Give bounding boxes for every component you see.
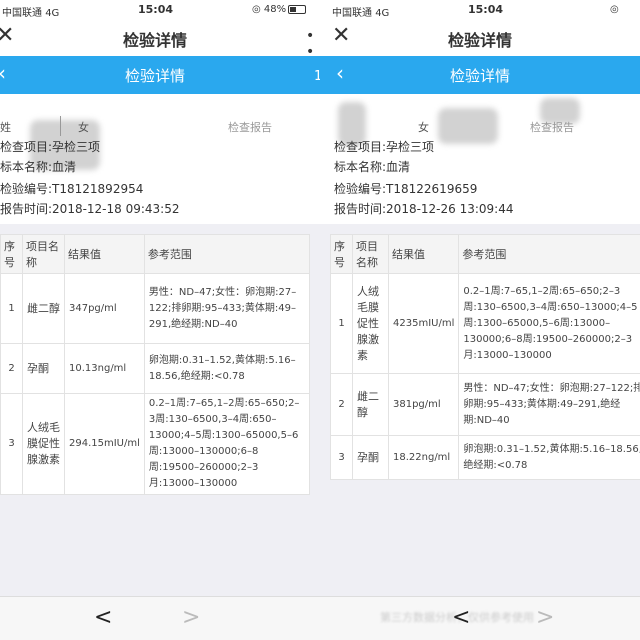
nav-bar: ✕ 检验详情 • • xyxy=(0,20,320,60)
patient-gender-field: 女 xyxy=(78,121,89,134)
report-number: 检验编号:T18122619659 xyxy=(334,182,478,196)
report-info: 姓 女 检查报告 检查项目:孕检三项 标本名称:血清 检验编号:T1812189… xyxy=(0,94,320,224)
row-value: 294.15mIU/ml xyxy=(64,393,145,495)
status-bar: 中国联通 4G 15:04 ◎ xyxy=(320,0,640,20)
row-range: 0.2–1周:7–65,1–2周:65–650;2–3周:130–6500,3–… xyxy=(458,273,640,374)
row-no: 3 xyxy=(330,435,353,480)
row-item: 孕酮 xyxy=(22,343,65,394)
col-item: 项目名称 xyxy=(352,234,389,274)
row-no: 1 xyxy=(330,273,353,374)
patient-name-field: 姓 xyxy=(0,121,11,134)
forward-chevron-icon[interactable]: > xyxy=(182,605,200,630)
back-chevron-icon[interactable]: < xyxy=(452,605,470,630)
bottom-toolbar: < > xyxy=(0,596,320,640)
row-item: 雌二醇 xyxy=(22,273,65,344)
back-chevron-icon[interactable]: < xyxy=(94,605,112,630)
table-header: 序号 项目名称 结果值 参考范围 xyxy=(0,234,311,274)
patient-tabs: 姓 女 检查报告 xyxy=(0,116,320,138)
test-item: 检查项目:孕检三项 xyxy=(334,140,435,154)
nav-title: 检验详情 xyxy=(122,31,187,50)
location-icon: ◎ xyxy=(610,4,619,15)
table-row: 2 雌二醇 381pg/ml 男性：ND–47;女性：卵泡期:27–122;排卵… xyxy=(330,373,640,436)
col-item: 项目名称 xyxy=(22,234,65,274)
patient-tabs: 女 检查报告 xyxy=(320,116,640,138)
row-item: 人绒毛膜促性腺激素 xyxy=(22,393,65,495)
carrier-label: 中国联通 4G xyxy=(332,8,390,19)
page-header: ‹ 检验详情 xyxy=(320,56,640,94)
report-tab[interactable]: 检查报告 xyxy=(530,119,574,135)
results-table: 序号 项目名称 结果值 参考范围 1 雌二醇 347pg/ml 男性：ND–47… xyxy=(0,234,311,495)
report-tab[interactable]: 检查报告 xyxy=(228,119,272,135)
row-value: 4235mIU/ml xyxy=(387,273,460,374)
row-no: 2 xyxy=(0,343,23,394)
battery-indicator: ◎ 48% xyxy=(252,4,307,15)
table-row: 2 孕酮 10.13ng/ml 卵泡期:0.31–1.52,黄体期:5.16–1… xyxy=(0,343,311,394)
row-value: 381pg/ml xyxy=(387,373,460,436)
row-no: 1 xyxy=(0,273,23,344)
status-bar: 中国联通 4G 15:04 ◎ 48% xyxy=(0,0,320,20)
col-value: 结果值 xyxy=(387,234,460,274)
row-no: 3 xyxy=(0,393,23,495)
specimen-name: 标本名称:血清 xyxy=(334,160,411,174)
col-range: 参考范围 xyxy=(143,234,311,274)
page-header: ‹ 检验详情 1 xyxy=(0,56,320,94)
report-info: 女 检查报告 检查项目:孕检三项 标本名称:血清 检验编号:T181226196… xyxy=(320,94,640,224)
patient-gender-field: 女 xyxy=(418,121,429,134)
battery-icon xyxy=(288,4,307,14)
nav-title: 检验详情 xyxy=(447,31,512,50)
row-value: 18.22ng/ml xyxy=(387,435,460,480)
table-row: 3 人绒毛膜促性腺激素 294.15mIU/ml 0.2–1周:7–65,1–2… xyxy=(0,393,311,495)
bottom-toolbar: 第三方数据分析，仅供参考使用 < > xyxy=(320,596,640,640)
table-row: 3 孕酮 18.22ng/ml 卵泡期:0.31–1.52,黄体期:5.16–1… xyxy=(330,435,640,480)
right-screenshot: 中国联通 4G 15:04 ◎ ✕ 检验详情 ‹ 检验详情 女 检查报告 检查项… xyxy=(320,0,640,640)
row-value: 347pg/ml xyxy=(64,273,145,344)
page-title: 检验详情 xyxy=(124,67,185,85)
forward-chevron-icon[interactable]: > xyxy=(536,605,554,630)
row-range: 0.2–1周:7–65,1–2周:65–650;2–3周:130–6500,3–… xyxy=(143,393,311,495)
row-value: 10.13ng/ml xyxy=(64,343,145,394)
col-no: 序号 xyxy=(0,234,23,274)
report-number: 检验编号:T18121892954 xyxy=(0,182,144,196)
page-title: 检验详情 xyxy=(449,67,510,85)
row-range: 卵泡期:0.31–1.52,黄体期:5.16–18.56,绝经期:<0.78 xyxy=(458,435,640,480)
carrier-label: 中国联通 4G xyxy=(2,8,60,19)
left-screenshot: 中国联通 4G 15:04 ◎ 48% ✕ 检验详情 • • ‹ 检验详情 1 … xyxy=(0,0,320,640)
nav-bar: ✕ 检验详情 xyxy=(320,20,640,56)
col-no: 序号 xyxy=(330,234,353,274)
col-range: 参考范围 xyxy=(458,234,640,274)
row-item: 雌二醇 xyxy=(352,373,389,436)
row-range: 男性：ND–47;女性：卵泡期:27–122;排卵期:95–433;黄体期:49… xyxy=(143,273,311,344)
row-range: 卵泡期:0.31–1.52,黄体期:5.16–18.56,绝经期:<0.78 xyxy=(143,343,311,394)
table-header: 序号 项目名称 结果值 参考范围 xyxy=(330,234,640,274)
specimen-name: 标本名称:血清 xyxy=(0,160,77,174)
report-time: 报告时间:2018-12-26 13:09:44 xyxy=(334,202,514,216)
results-table: 序号 项目名称 结果值 参考范围 1 人绒毛膜促性腺激素 4235mIU/ml … xyxy=(330,234,640,480)
row-no: 2 xyxy=(330,373,353,436)
row-item: 人绒毛膜促性腺激素 xyxy=(352,273,389,374)
table-row: 1 雌二醇 347pg/ml 男性：ND–47;女性：卵泡期:27–122;排卵… xyxy=(0,273,311,344)
status-time: 15:04 xyxy=(468,3,504,16)
row-range: 男性：ND–47;女性：卵泡期:27–122;排卵期:95–433;黄体期:49… xyxy=(458,373,640,436)
status-time: 15:04 xyxy=(138,3,174,16)
row-item: 孕酮 xyxy=(352,435,389,480)
table-row: 1 人绒毛膜促性腺激素 4235mIU/ml 0.2–1周:7–65,1–2周:… xyxy=(330,273,640,374)
report-time: 报告时间:2018-12-18 09:43:52 xyxy=(0,202,180,216)
test-item: 检查项目:孕检三项 xyxy=(0,140,101,154)
col-value: 结果值 xyxy=(64,234,145,274)
